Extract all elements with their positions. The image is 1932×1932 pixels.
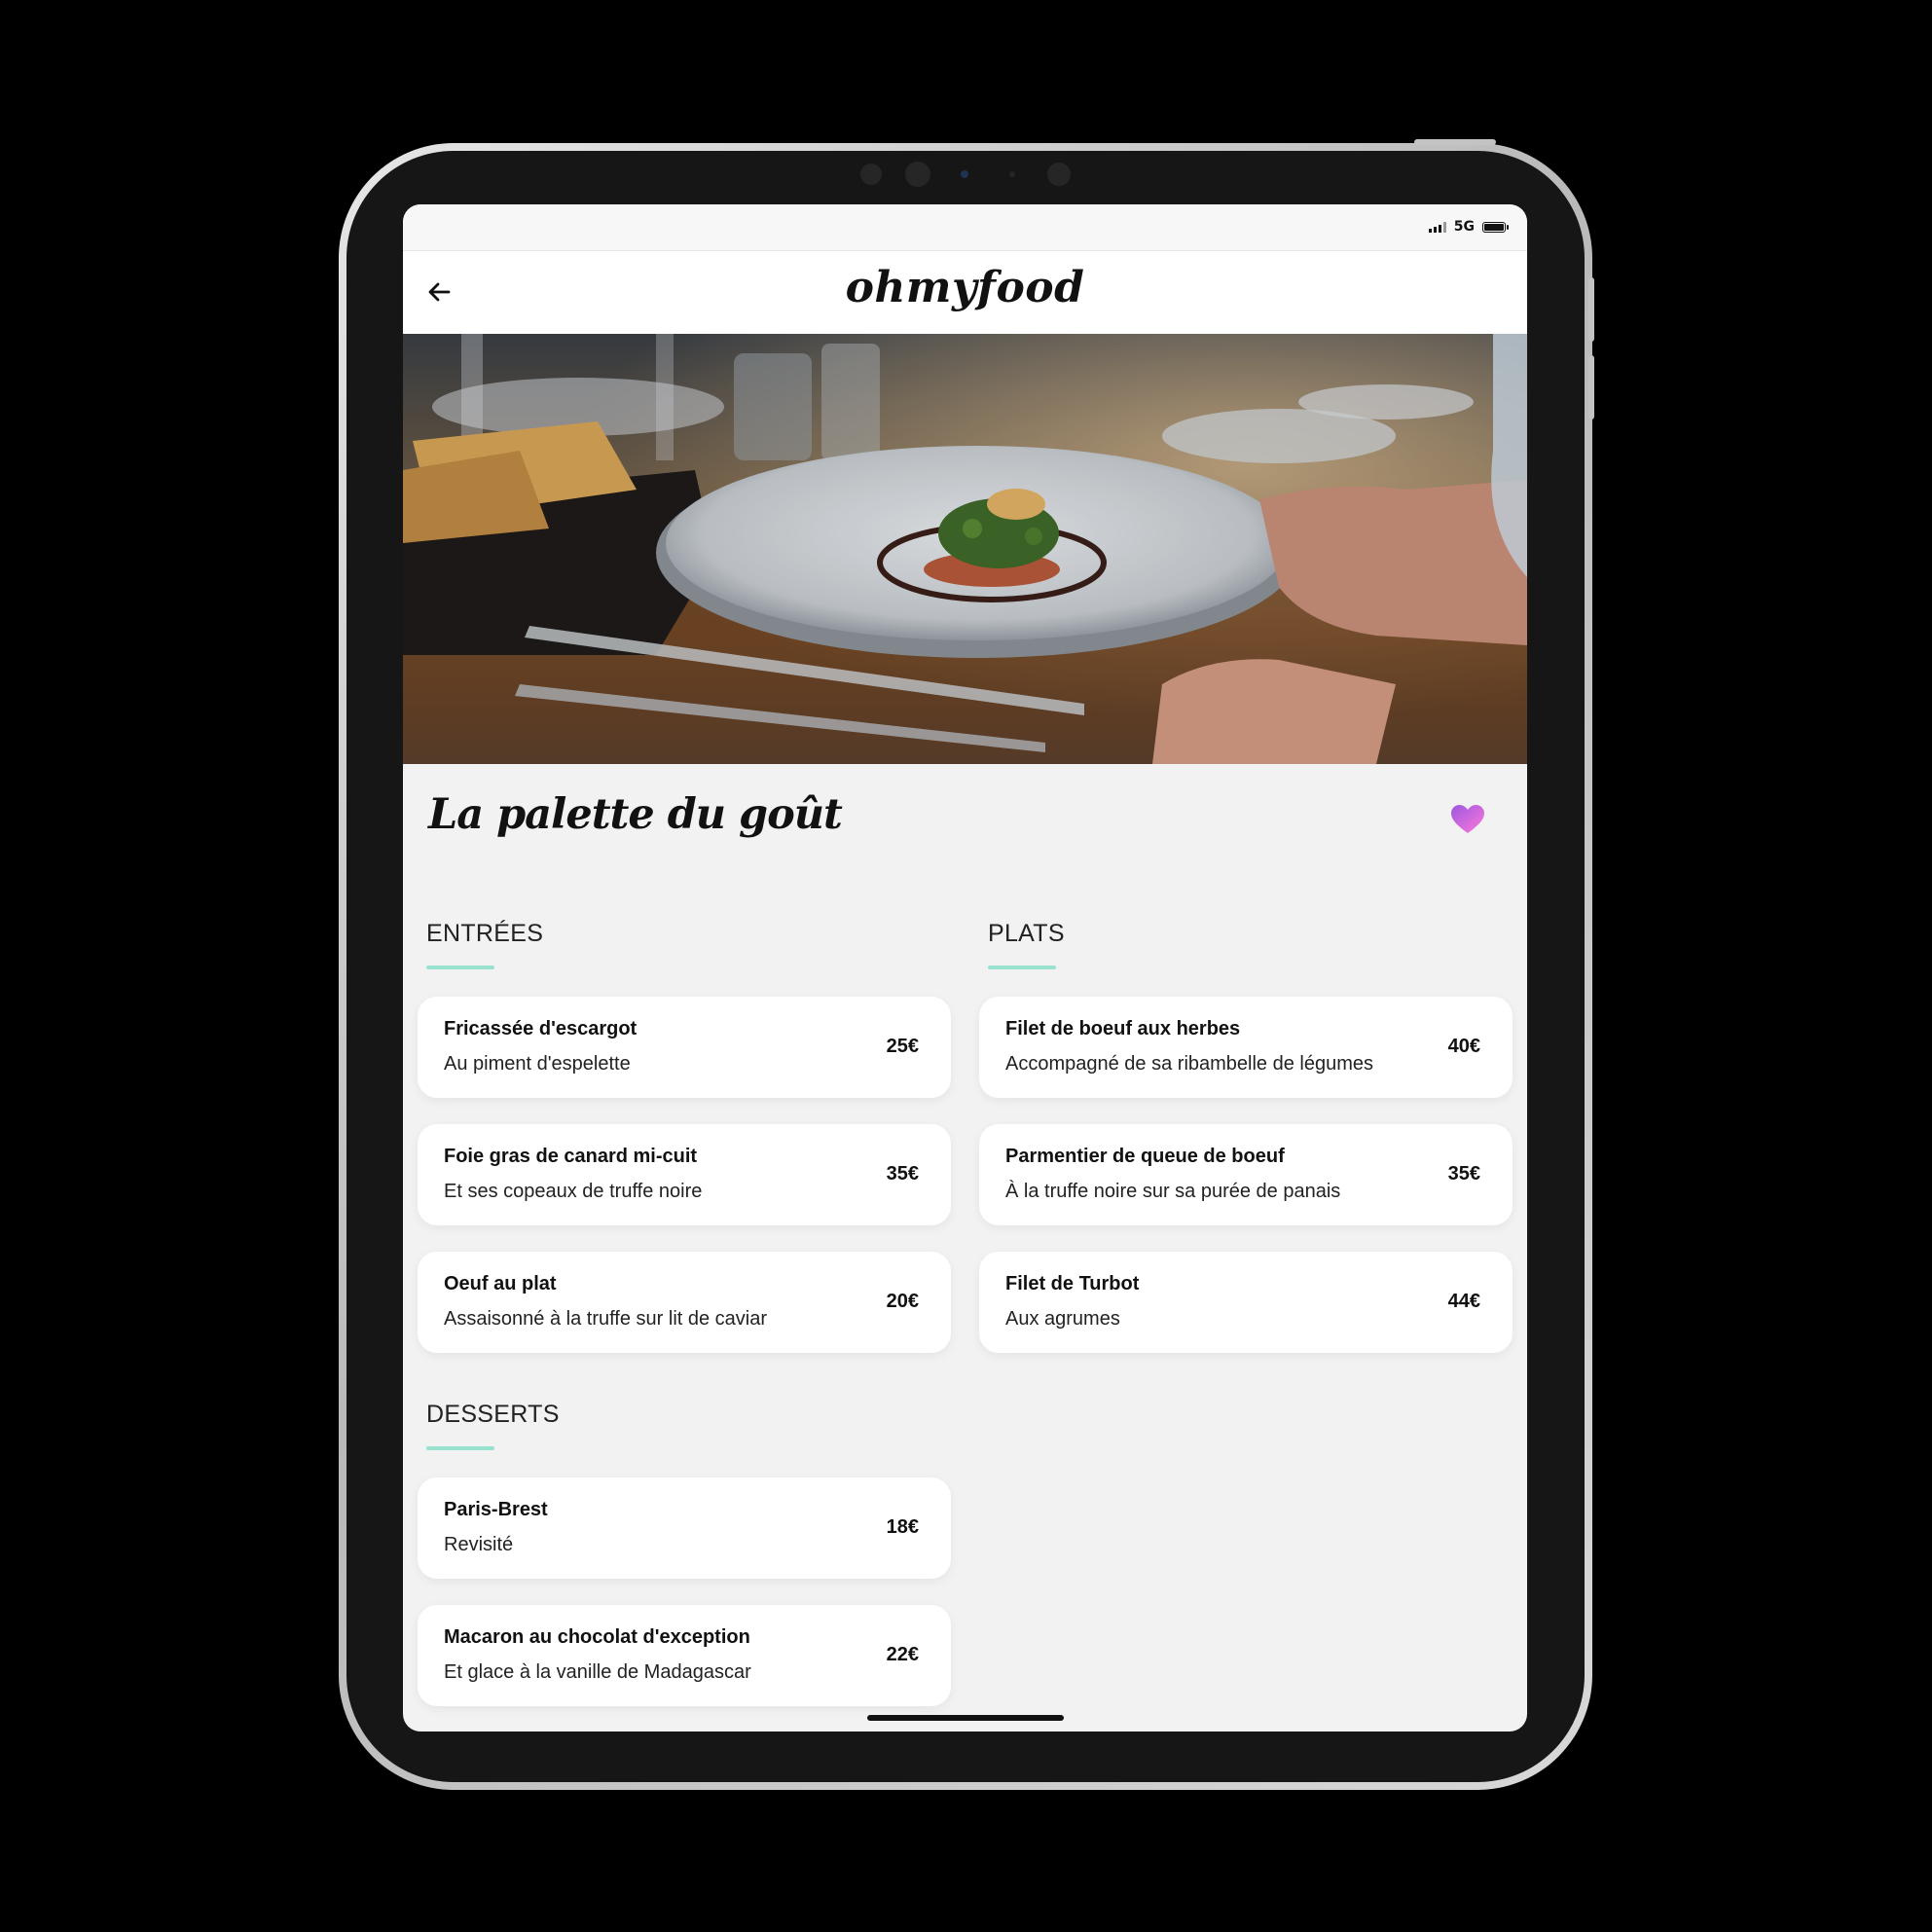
dish-price: 22€ bbox=[886, 1644, 919, 1665]
dish-name: Parmentier de queue de boeuf bbox=[1005, 1146, 1285, 1167]
section-underline bbox=[988, 966, 1056, 969]
dish-price: 40€ bbox=[1447, 1036, 1480, 1057]
section-underline bbox=[426, 1446, 494, 1450]
volume-up-button bbox=[1588, 277, 1594, 342]
app-header: ohmyfood bbox=[403, 251, 1527, 334]
dish-description: Aux agrumes bbox=[1005, 1308, 1120, 1330]
section-title-desserts: DESSERTS bbox=[426, 1401, 560, 1428]
favorite-button[interactable] bbox=[1450, 804, 1485, 835]
camera-array bbox=[0, 162, 1932, 187]
dish-price: 35€ bbox=[886, 1163, 919, 1185]
dish-price: 25€ bbox=[886, 1036, 919, 1057]
dish-price: 20€ bbox=[886, 1291, 919, 1312]
menu-item-card[interactable]: Filet de Turbot Aux agrumes 44€ bbox=[979, 1252, 1513, 1353]
network-label: 5G bbox=[1453, 219, 1475, 235]
home-indicator[interactable] bbox=[867, 1715, 1064, 1721]
dish-name: Foie gras de canard mi-cuit bbox=[444, 1146, 698, 1167]
menu-item-card[interactable]: Macaron au chocolat d'exception Et glace… bbox=[418, 1605, 951, 1706]
dish-description: Au piment d'espelette bbox=[444, 1053, 631, 1075]
menu-item-card[interactable]: Fricassée d'escargot Au piment d'espelet… bbox=[418, 997, 951, 1098]
dish-description: Accompagné de sa ribambelle de légumes bbox=[1005, 1053, 1373, 1075]
status-bar: 5G bbox=[403, 204, 1527, 251]
dish-name: Filet de boeuf aux herbes bbox=[1005, 1018, 1241, 1039]
dish-description: Et ses copeaux de truffe noire bbox=[444, 1181, 703, 1202]
dish-price: 18€ bbox=[886, 1516, 919, 1538]
app-logo: ohmyfood bbox=[845, 263, 1085, 312]
menu-item-card[interactable]: Filet de boeuf aux herbes Accompagné de … bbox=[979, 997, 1513, 1098]
volume-down-button bbox=[1588, 355, 1594, 419]
power-button bbox=[1414, 139, 1496, 145]
dish-name: Macaron au chocolat d'exception bbox=[444, 1626, 750, 1648]
dish-description: Revisité bbox=[444, 1534, 514, 1555]
signal-icon bbox=[1428, 221, 1446, 233]
dish-name: Fricassée d'escargot bbox=[444, 1018, 638, 1039]
dish-name: Oeuf au plat bbox=[444, 1273, 557, 1294]
menu-item-card[interactable]: Parmentier de queue de boeuf À la truffe… bbox=[979, 1124, 1513, 1225]
menu-item-card[interactable]: Oeuf au plat Assaisonné à la truffe sur … bbox=[418, 1252, 951, 1353]
heart-icon bbox=[1451, 805, 1484, 833]
dish-name: Paris-Brest bbox=[444, 1499, 548, 1520]
section-underline bbox=[426, 966, 494, 969]
menu-item-card[interactable]: Foie gras de canard mi-cuit Et ses copea… bbox=[418, 1124, 951, 1225]
dish-description: Assaisonné à la truffe sur lit de caviar bbox=[444, 1308, 768, 1330]
menu-item-card[interactable]: Paris-Brest Revisité 18€ bbox=[418, 1477, 951, 1579]
dish-description: À la truffe noire sur sa purée de panais bbox=[1005, 1181, 1341, 1202]
section-title-entrees: ENTRÉES bbox=[426, 920, 544, 947]
dish-name: Filet de Turbot bbox=[1005, 1273, 1140, 1294]
dish-price: 44€ bbox=[1447, 1291, 1480, 1312]
restaurant-name: La palette du goût bbox=[428, 790, 843, 839]
restaurant-hero-image bbox=[403, 334, 1527, 764]
battery-icon bbox=[1482, 221, 1509, 233]
dish-price: 35€ bbox=[1447, 1163, 1480, 1185]
section-title-plats: PLATS bbox=[988, 920, 1065, 947]
app-screen: 5G ohmyfood La palette du goût ENTRÉES F… bbox=[403, 204, 1527, 1732]
dish-description: Et glace à la vanille de Madagascar bbox=[444, 1661, 751, 1683]
